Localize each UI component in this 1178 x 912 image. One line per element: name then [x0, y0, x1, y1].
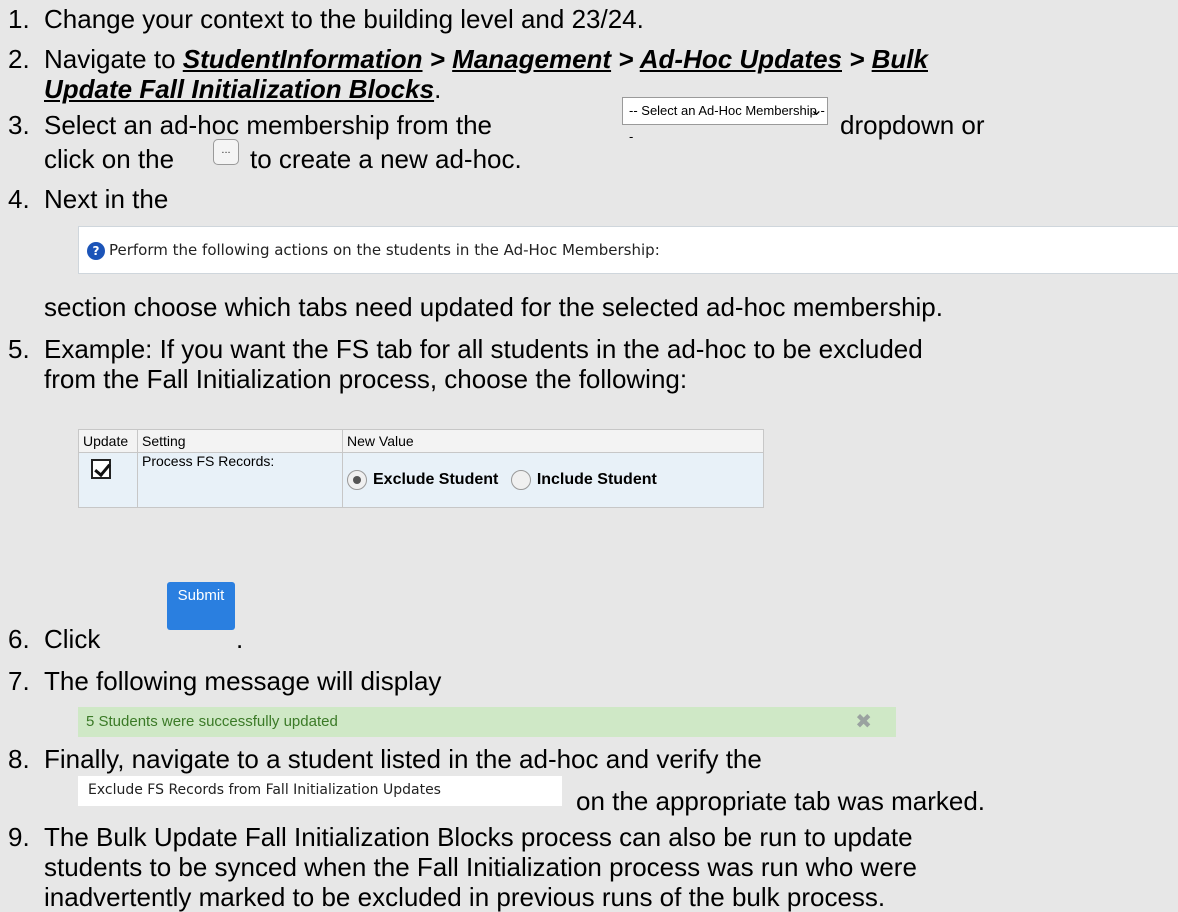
step-text: The following message will display — [44, 666, 442, 696]
nav-separator: > — [422, 44, 453, 74]
nav-link-studentinformation[interactable]: StudentInformation — [183, 44, 423, 74]
step-text: click on the — [44, 144, 175, 174]
exclude-fs-records-label: Exclude FS Records from Fall Initializat… — [78, 776, 562, 806]
exclude-student-label: Exclude Student — [373, 471, 499, 489]
step-number: 9. — [8, 822, 30, 852]
update-cell — [78, 452, 138, 508]
step-number: 8. — [8, 744, 30, 774]
include-student-label: Include Student — [536, 471, 657, 489]
step-number: 5. — [8, 334, 30, 364]
nav-link-management[interactable]: Management — [452, 44, 611, 74]
nav-separator: > — [842, 44, 872, 74]
step-number: 6. — [8, 624, 30, 654]
help-icon: ? — [87, 241, 105, 260]
step-number: 3. — [8, 110, 30, 140]
nav-separator: > — [611, 44, 640, 74]
perform-actions-header: ? Perform the following actions on the st… — [78, 226, 1178, 274]
chevron-down-icon: ⌄ — [809, 102, 823, 119]
nav-link-bulk[interactable]: Bulk — [872, 44, 928, 74]
step-text: Select an ad-hoc membership from the — [44, 110, 492, 140]
step-number: 7. — [8, 666, 30, 696]
step-text: Example: If you want the FS tab for all … — [44, 334, 923, 364]
step-text: Change your context to the building leve… — [44, 4, 644, 34]
step-text: Click — [44, 624, 101, 654]
navigation-path-cont: Update Fall Initialization Blocks. — [44, 74, 441, 104]
create-adhoc-button[interactable]: ... — [213, 139, 239, 165]
submit-button[interactable]: Submit — [167, 582, 235, 630]
include-student-radio[interactable] — [510, 470, 531, 490]
step-text: The Bulk Update Fall Initialization Bloc… — [44, 822, 913, 852]
adhoc-membership-select[interactable]: -- Select an Ad-Hoc Membership -- ⌄ — [622, 97, 828, 144]
step-text: on the appropriate tab was marked. — [576, 786, 986, 816]
step-text: section choose which tabs need updated f… — [44, 292, 943, 322]
exclude-student-radio[interactable] — [347, 470, 367, 490]
step-text: inadvertently marked to be excluded in p… — [44, 882, 886, 912]
step-text: . — [236, 624, 244, 654]
nav-link-update-fall-initialization-blocks[interactable]: Update Fall Initialization Blocks — [44, 74, 434, 104]
nav-link-ad-hoc-updates[interactable]: Ad-Hoc Updates — [640, 44, 842, 74]
setting-cell: Process FS Records: — [137, 452, 343, 508]
step-text: dropdown or — [840, 110, 985, 140]
step-number: 4. — [8, 184, 30, 214]
table-row: Process FS Records: Exclude Student Incl… — [78, 452, 764, 508]
navigation-path: Navigate to StudentInformation > Managem… — [44, 44, 928, 74]
step-text: Next in the — [44, 184, 169, 214]
perform-text: Perform the following actions on the stu… — [109, 241, 660, 259]
success-text: 5 Students were successfully updated — [86, 713, 338, 730]
table-header-row: Update Setting New Value — [78, 429, 764, 453]
new-value-cell: Exclude Student Include Student — [342, 452, 764, 508]
settings-table: Update Setting New Value Process FS Reco… — [78, 429, 764, 508]
step-text: Finally, navigate to a student listed in… — [44, 744, 762, 774]
step-text: students to be synced when the Fall Init… — [44, 852, 917, 882]
column-header: Setting — [137, 429, 343, 453]
step-number: 1. — [8, 4, 30, 34]
step-text: to create a new ad-hoc. — [250, 144, 522, 174]
select-placeholder: -- Select an Ad-Hoc Membership -- — [629, 103, 825, 144]
update-checkbox[interactable] — [91, 459, 111, 479]
step-text: from the Fall Initialization process, ch… — [44, 364, 688, 394]
success-message: 5 Students were successfully updated ✖ — [78, 707, 896, 737]
step-text: . — [434, 74, 442, 104]
column-header: Update — [78, 429, 138, 453]
step-number: 2. — [8, 44, 30, 74]
step-text: Navigate to — [44, 44, 183, 74]
column-header: New Value — [342, 429, 764, 453]
close-icon[interactable]: ✖ — [855, 707, 872, 737]
